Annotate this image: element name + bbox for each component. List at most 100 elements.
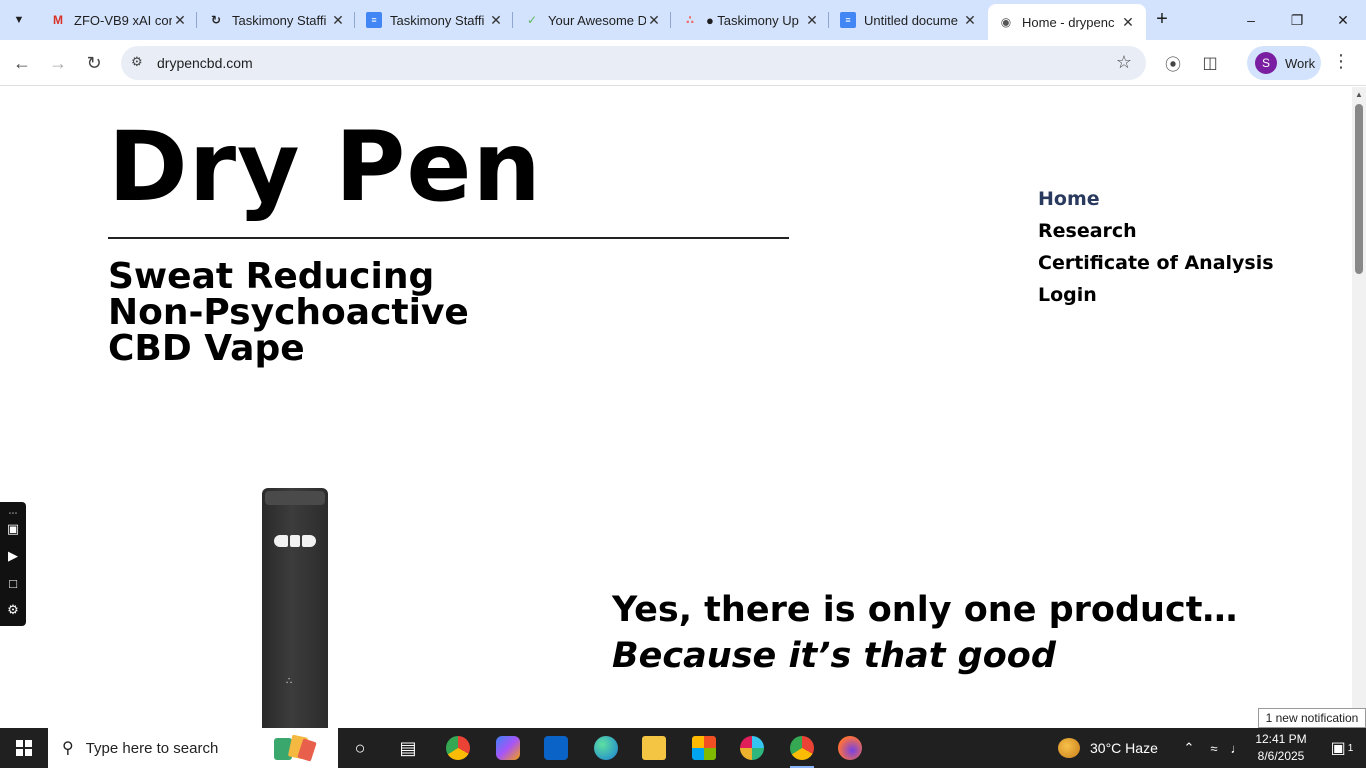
weather-text: 30°C Haze bbox=[1090, 740, 1158, 756]
close-icon[interactable]: ✕ bbox=[330, 12, 346, 29]
search-icon: ⚲ bbox=[62, 740, 74, 757]
product-image: ∴ bbox=[262, 488, 328, 728]
weather-widget[interactable]: 30°C Haze bbox=[1058, 728, 1158, 768]
browser-tab-2[interactable]: ↻ Taskimony Staffi ✕ bbox=[198, 6, 356, 34]
site-logo[interactable]: Dry Pen bbox=[108, 119, 542, 215]
store-icon[interactable] bbox=[684, 732, 724, 764]
browser-tab-3[interactable]: ≡ Taskimony Staffi ✕ bbox=[356, 6, 514, 34]
docs-icon: ≡ bbox=[840, 12, 856, 28]
minimize-button[interactable]: – bbox=[1228, 0, 1274, 40]
tab-separator bbox=[354, 12, 355, 28]
outlook-icon[interactable] bbox=[536, 732, 576, 764]
asana-icon: ∴ bbox=[685, 13, 695, 27]
device-dots: ∴ bbox=[286, 676, 294, 687]
scroll-up-icon[interactable]: ▲ bbox=[1355, 90, 1363, 99]
restore-button[interactable]: ❐ bbox=[1274, 0, 1320, 40]
close-icon[interactable]: ✕ bbox=[962, 12, 978, 29]
profile-button[interactable]: S Work bbox=[1247, 46, 1321, 80]
tagline-line: CBD Vape bbox=[108, 328, 305, 369]
bookmark-star-icon[interactable]: ☆ bbox=[1116, 52, 1132, 73]
screen-capture-widget: ⋯ ▣ ▶ □ ⚙ bbox=[0, 502, 26, 626]
video-icon[interactable]: ▶ bbox=[4, 547, 22, 565]
task-view-icon[interactable]: ○ bbox=[340, 732, 380, 764]
tab-title: Home - drypenc bbox=[1022, 14, 1115, 30]
widgets-icon[interactable]: ▤ bbox=[388, 732, 428, 764]
system-clock[interactable]: 12:41 PM 8/6/2025 bbox=[1255, 731, 1307, 765]
close-icon[interactable]: ✕ bbox=[488, 12, 504, 29]
window-icon[interactable]: □ bbox=[4, 574, 22, 592]
reload-button[interactable]: ↻ bbox=[80, 49, 108, 77]
close-icon[interactable]: ✕ bbox=[646, 12, 662, 29]
minimize-icon: – bbox=[1247, 12, 1255, 28]
firefox-icon[interactable] bbox=[830, 732, 870, 764]
browser-tab-active[interactable]: ◉ Home - drypenc ✕ bbox=[988, 4, 1146, 40]
extension-icon[interactable]: ⦿ bbox=[1161, 51, 1185, 75]
search-highlight-icon bbox=[274, 734, 317, 762]
nav-research[interactable]: Research bbox=[1038, 219, 1274, 251]
tagline: Sweat Reducing Non-Psychoactive CBD Vape bbox=[108, 259, 469, 367]
gmail-icon: M bbox=[53, 13, 63, 27]
gear-icon[interactable]: ⚙ bbox=[4, 601, 22, 619]
site-info-icon[interactable]: ⚙ bbox=[131, 54, 143, 70]
tagline-line: Non-Psychoactive bbox=[108, 292, 469, 333]
camera-icon[interactable]: ▣ bbox=[4, 520, 22, 538]
tab-separator bbox=[828, 12, 829, 28]
menu-dots-icon[interactable]: ⋮ bbox=[1332, 51, 1350, 72]
file-explorer-icon[interactable] bbox=[634, 732, 674, 764]
browser-tab-4[interactable]: ✓ Your Awesome D ✕ bbox=[514, 6, 672, 34]
search-placeholder: Type here to search bbox=[85, 739, 219, 757]
start-button[interactable] bbox=[0, 728, 48, 768]
plus-icon: + bbox=[1156, 8, 1168, 30]
close-window-button[interactable]: ✕ bbox=[1320, 0, 1366, 40]
chrome-work-icon[interactable] bbox=[782, 732, 822, 768]
slack-icon[interactable] bbox=[732, 732, 772, 764]
main-nav: Home Research Certificate of Analysis Lo… bbox=[1038, 187, 1274, 315]
tab-separator bbox=[512, 12, 513, 28]
logo-divider bbox=[108, 237, 789, 239]
forward-button[interactable]: → bbox=[44, 49, 72, 77]
tab-search-button[interactable]: ▼ bbox=[6, 7, 32, 33]
reload-icon: ↻ bbox=[86, 52, 102, 73]
restore-icon: ❐ bbox=[1290, 11, 1304, 28]
puzzle-icon[interactable]: ◫ bbox=[1198, 51, 1222, 75]
volume-icon[interactable]: ♩ bbox=[1226, 728, 1248, 768]
browser-tab-1[interactable]: M ZFO-VB9 xAI cor ✕ bbox=[40, 6, 198, 34]
chevron-up-icon[interactable]: ⌃ bbox=[1178, 728, 1200, 768]
wifi-icon[interactable]: ≈ bbox=[1203, 728, 1225, 768]
globe-icon: ◉ bbox=[1000, 15, 1012, 29]
address-bar[interactable]: ⚙ drypencbd.com ☆ bbox=[121, 46, 1146, 80]
chevron-down-icon: ▼ bbox=[13, 14, 25, 26]
chrome-icon[interactable] bbox=[438, 732, 478, 764]
close-icon[interactable]: ✕ bbox=[1120, 14, 1136, 31]
browser-tab-5[interactable]: ∴ ● Taskimony Up ✕ bbox=[672, 6, 830, 34]
nav-login[interactable]: Login bbox=[1038, 283, 1274, 315]
taskbar: ⚲ Type here to search ○ ▤ 30°C Haze ⌃ ≈ … bbox=[0, 728, 1366, 768]
browser-tab-6[interactable]: ≡ Untitled docume ✕ bbox=[830, 6, 988, 34]
loop-icon: ↻ bbox=[210, 13, 222, 27]
new-tab-button[interactable]: + bbox=[1150, 8, 1174, 32]
notification-icon: ▣ bbox=[1330, 740, 1346, 757]
notification-count: 1 bbox=[1347, 742, 1354, 754]
page-scrollbar[interactable]: ▲ bbox=[1352, 87, 1366, 728]
nav-certificate-of-analysis[interactable]: Certificate of Analysis bbox=[1038, 251, 1274, 283]
notification-center-button[interactable]: ▣ 1 bbox=[1318, 728, 1366, 768]
tab-separator bbox=[670, 12, 671, 28]
headline-line-1: Yes, there is only one product… bbox=[612, 590, 1238, 630]
profile-label: Work bbox=[1285, 55, 1316, 71]
device-cap bbox=[265, 491, 325, 505]
tab-title: ZFO-VB9 xAI cor bbox=[74, 12, 172, 28]
device-slot bbox=[290, 535, 300, 547]
browser-toolbar: ← → ↻ ⚙ drypencbd.com ☆ ⦿ ◫ S Work ⋮ bbox=[0, 40, 1366, 86]
check-icon: ✓ bbox=[526, 13, 538, 27]
avatar: S bbox=[1255, 52, 1277, 74]
device-slot bbox=[302, 535, 316, 547]
back-button[interactable]: ← bbox=[8, 49, 36, 77]
close-icon[interactable]: ✕ bbox=[804, 12, 820, 29]
notification-toast[interactable]: 1 new notification bbox=[1258, 708, 1366, 728]
scroll-thumb[interactable] bbox=[1355, 104, 1363, 274]
web-page: Dry Pen Sweat Reducing Non-Psychoactive … bbox=[0, 87, 1352, 728]
nav-home[interactable]: Home bbox=[1038, 187, 1274, 219]
edge-icon[interactable] bbox=[586, 732, 626, 764]
copilot-icon[interactable] bbox=[488, 732, 528, 764]
close-icon[interactable]: ✕ bbox=[172, 12, 188, 29]
